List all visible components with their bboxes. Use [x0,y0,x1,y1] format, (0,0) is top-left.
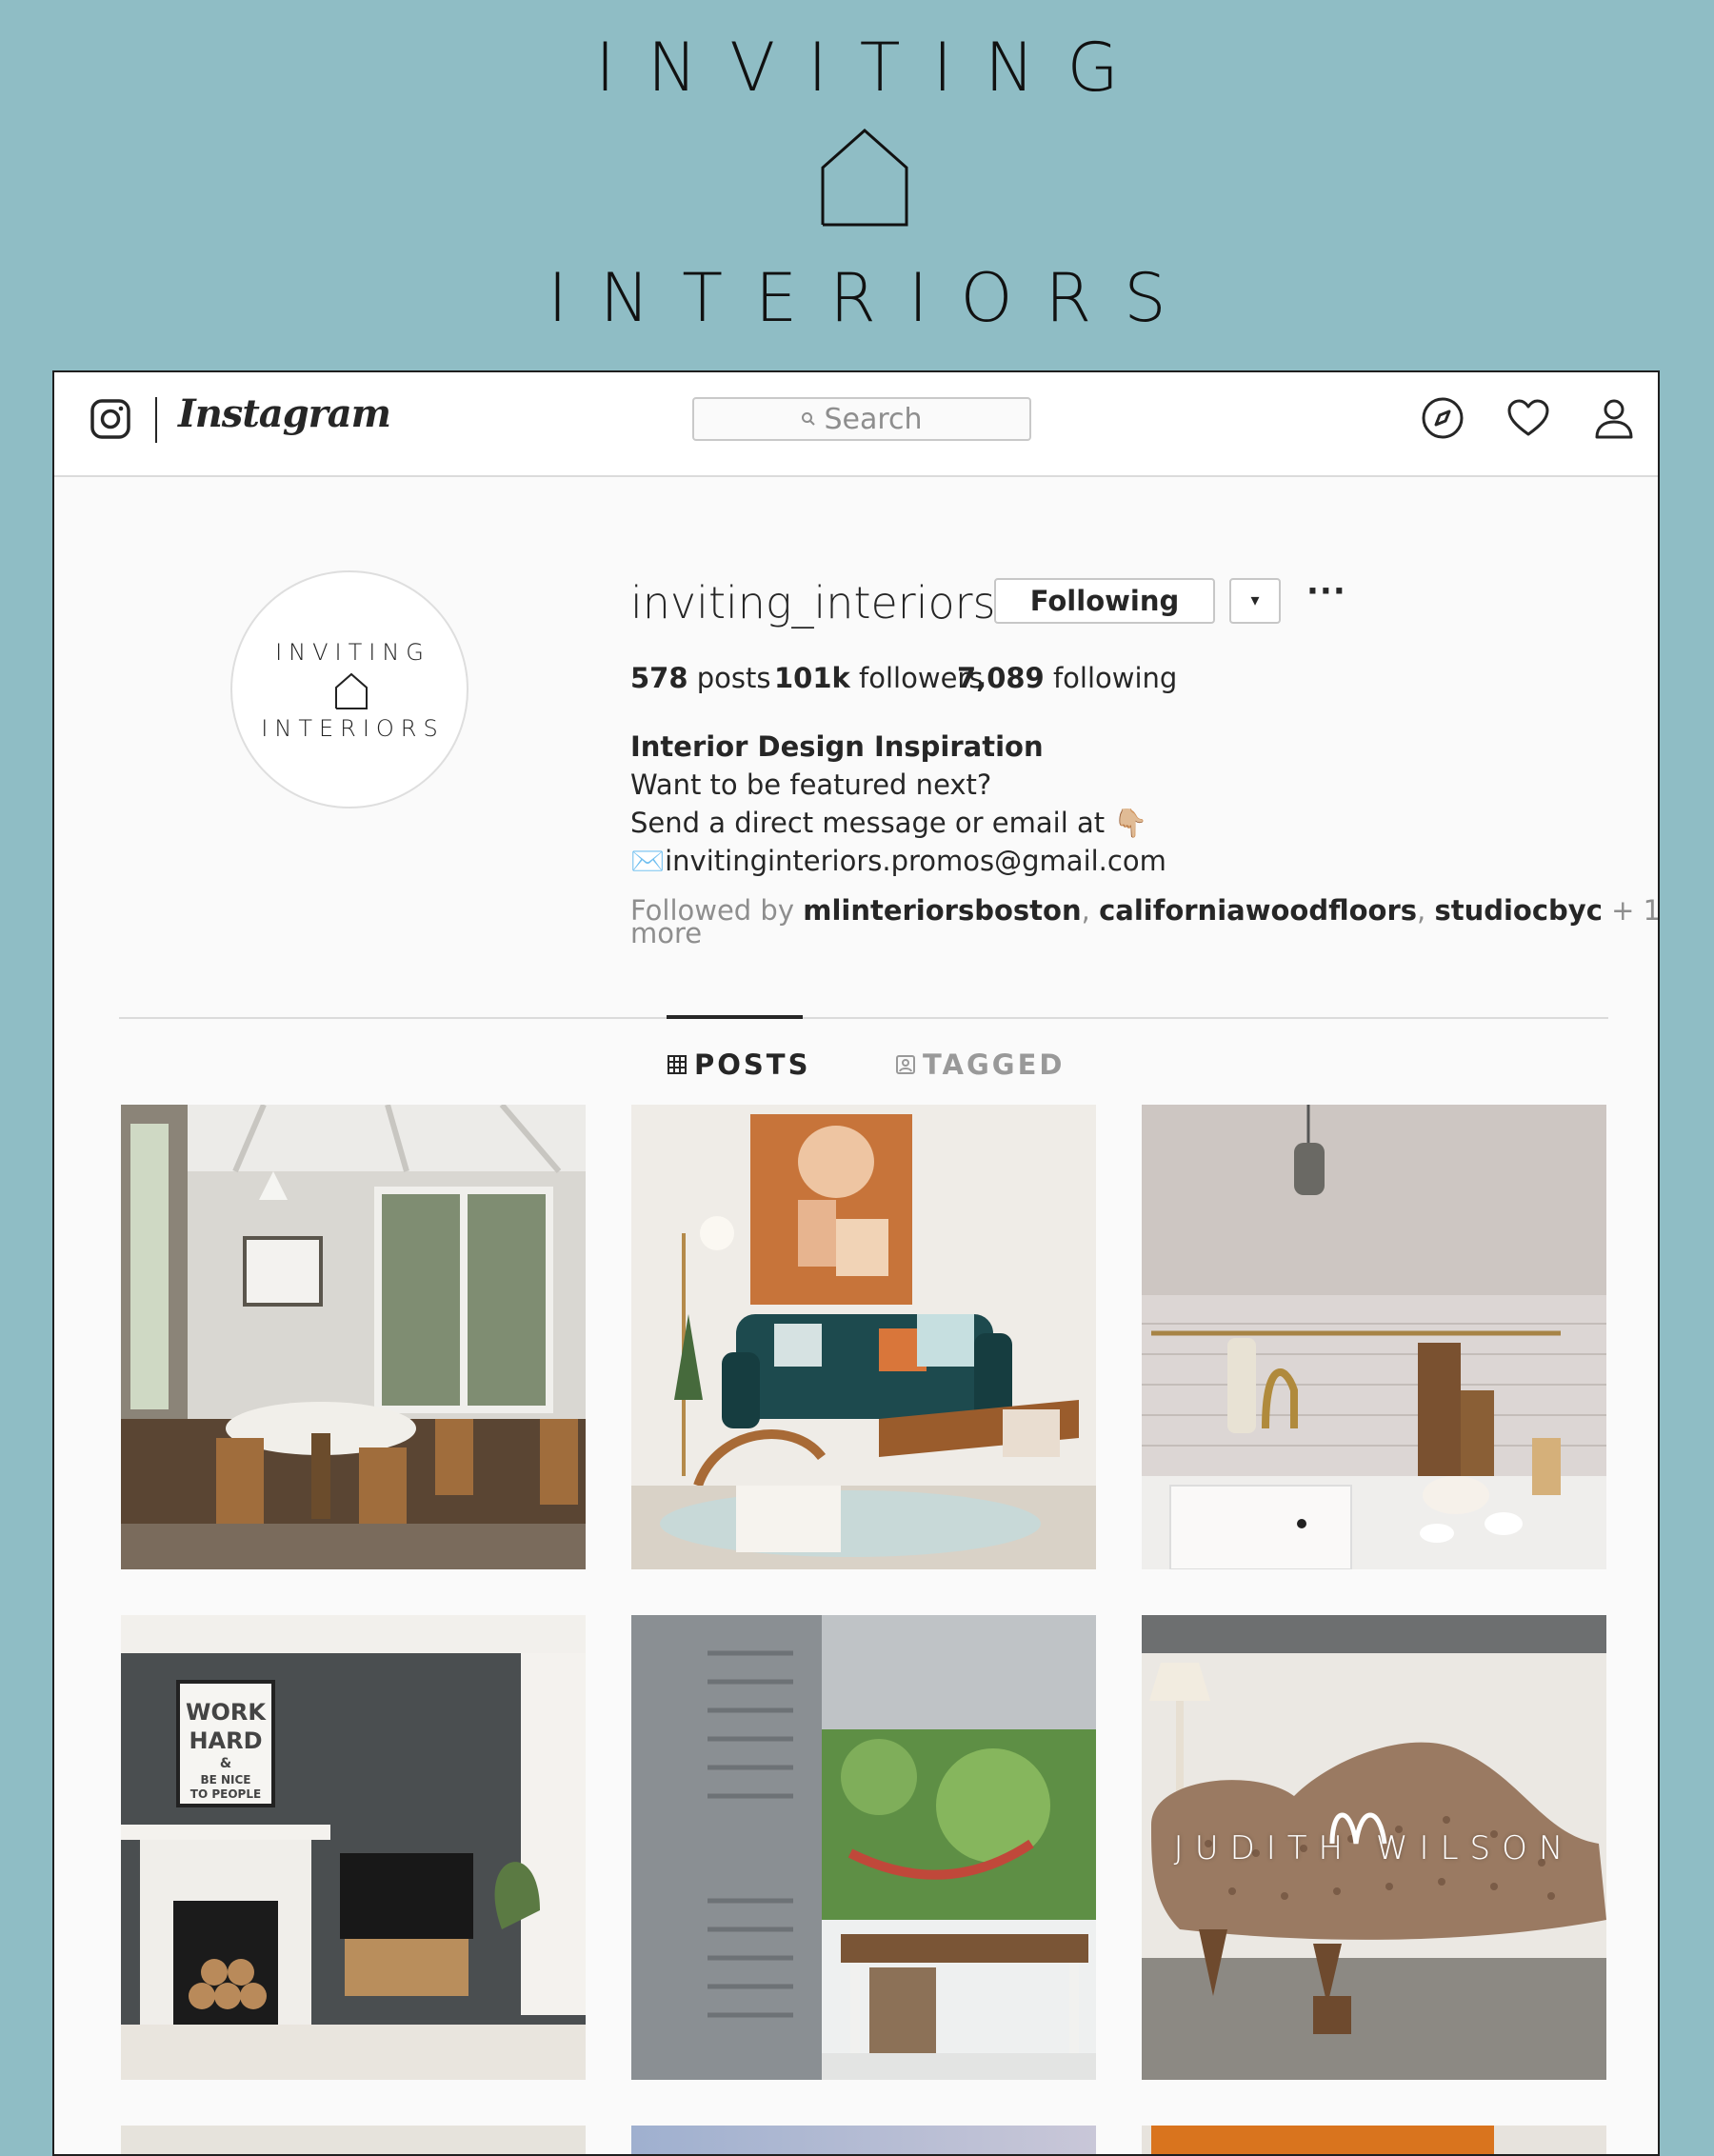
avatar-text-top: INVITING [275,639,430,666]
grey-living-room-fireplace-photo: WORK HARD & BE NICE TO PEOPLE [121,1615,586,2080]
living-room-teal-sofa-photo [631,1105,1096,1569]
grid-icon [668,1055,687,1074]
search-input[interactable]: Search [692,397,1031,441]
poster-text: HARD [189,1727,262,1754]
top-navigation-bar: Instagram Search [54,372,1658,477]
photo-watermark: JUDITH WILSON [1173,1829,1575,1867]
tagged-icon [896,1055,915,1074]
search-icon [802,412,816,426]
instagram-camera-icon[interactable] [90,399,130,439]
suggestions-dropdown-button[interactable]: ▾ [1229,578,1281,624]
brand-title-top: INVITING [595,29,1151,107]
more-options-icon[interactable]: ··· [1306,572,1346,610]
post-thumbnail[interactable] [631,1105,1096,1569]
profile-icon[interactable] [1591,395,1637,441]
post-thumbnail[interactable] [121,2126,586,2154]
follower-link[interactable]: californiawoodfloors [1099,894,1417,927]
tab-posts[interactable]: POSTS [668,1048,810,1081]
tabs-divider [119,1017,1608,1019]
post-thumbnail[interactable] [1142,1105,1606,1569]
bio-line-2: Send a direct message or email at 👇🏼 [630,807,1148,839]
active-tab-indicator [667,1015,803,1019]
house-logo-icon [821,128,908,227]
profile-bio: Interior Design Inspiration Want to be f… [630,728,1166,880]
instagram-wordmark[interactable]: Instagram [178,391,391,436]
partial-photo-3 [1142,2126,1606,2154]
stat-following[interactable]: 7,089 following [957,662,1177,694]
search-placeholder: Search [824,402,923,436]
envelope-icon: ✉️ [630,845,666,877]
bio-email: invitinginteriors.promos@gmail.com [665,845,1166,877]
stat-followers[interactable]: 101k followers [774,662,983,694]
instagram-window: Instagram Search INVITING INTERIORS invi… [52,370,1660,2156]
poster-text: TO PEOPLE [190,1787,261,1801]
avatar-house-icon [335,672,368,709]
poster-text: BE NICE [200,1773,250,1787]
post-thumbnail[interactable] [631,2126,1096,2154]
avatar-text-bottom: INTERIORS [261,715,445,742]
veranda-hammock-photo [631,1615,1096,2080]
post-thumbnail[interactable]: JUDITH WILSON [1142,1615,1606,2080]
heart-icon[interactable] [1505,395,1551,441]
compass-icon[interactable] [1420,395,1465,441]
post-thumbnail[interactable] [631,1615,1096,2080]
profile-avatar[interactable]: INVITING INTERIORS [230,570,468,808]
followed-by[interactable]: Followed by mlinteriorsboston, californi… [630,897,1658,948]
post-thumbnail[interactable] [1142,2126,1606,2154]
partial-photo-2 [631,2126,1096,2154]
bio-email-line: ✉️invitinginteriors.promos@gmail.com [630,842,1166,880]
bio-line-1: Want to be featured next? [630,769,992,801]
stat-posts: 578 posts [630,662,771,694]
following-button[interactable]: Following [994,578,1215,624]
bio-name: Interior Design Inspiration [630,730,1044,763]
post-thumbnail[interactable] [121,1105,586,1569]
pointing-down-emoji-icon: 👇🏼 [1113,807,1148,839]
partial-photo-1 [121,2126,586,2154]
poster-text: WORK [186,1699,267,1726]
brand-title-bottom: INTERIORS [548,259,1199,337]
logo-divider [155,397,157,443]
profile-username: inviting_interiors [630,577,996,629]
chevron-down-icon: ▾ [1250,590,1260,610]
follower-link[interactable]: mlinteriorsboston [803,894,1081,927]
dining-room-photo [121,1105,586,1569]
tab-tagged[interactable]: TAGGED [896,1048,1065,1081]
poster-text: & [220,1756,231,1771]
follower-link[interactable]: studiocbyc [1434,894,1602,927]
kitchen-brass-faucet-photo [1142,1105,1606,1569]
post-thumbnail[interactable]: WORK HARD & BE NICE TO PEOPLE [121,1615,586,2080]
